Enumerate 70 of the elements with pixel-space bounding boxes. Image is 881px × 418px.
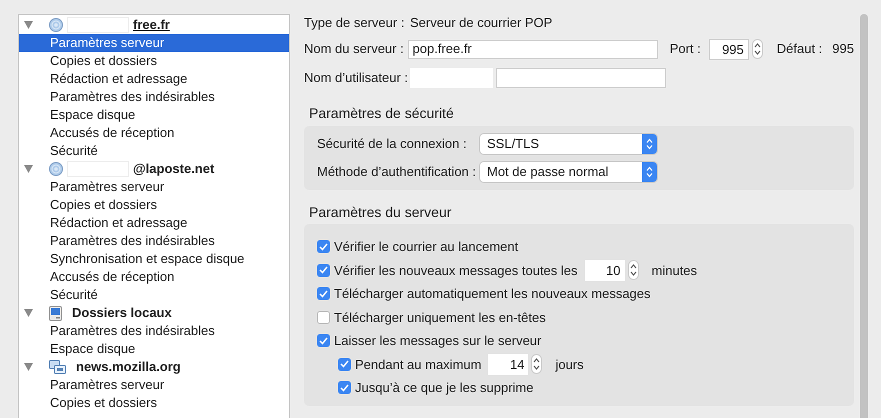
tree-item[interactable]: Rédaction et adressage: [19, 214, 289, 232]
checkbox[interactable]: [317, 287, 330, 300]
tree-item[interactable]: Copies et dossiers: [19, 394, 289, 412]
stepper-icon[interactable]: [752, 39, 763, 59]
tree-item[interactable]: Rédaction et adressage: [19, 70, 289, 88]
field-value: Serveur de courrier POP: [410, 14, 552, 32]
field-label: Type de serveur :: [304, 14, 406, 32]
checkbox[interactable]: [338, 381, 351, 394]
number-field[interactable]: 14: [488, 354, 528, 375]
field-label: Défaut :: [776, 40, 822, 58]
field-value: 995: [832, 40, 854, 58]
tree-item[interactable]: Accusés de réception: [19, 268, 289, 286]
globe-icon: [49, 18, 63, 32]
checkbox-label[interactable]: Télécharger automatiquement les nouveaux messages: [334, 284, 651, 304]
username-field[interactable]: [496, 68, 666, 88]
field-label: Sécurité de la connexion :: [317, 135, 468, 154]
disclosure-triangle-icon[interactable]: [24, 165, 33, 173]
updown-arrows-icon: [646, 138, 653, 150]
checkbox-label[interactable]: Jusqu’à ce que je les supprime: [355, 378, 534, 398]
tree-item[interactable]: Paramètres serveur: [19, 178, 289, 196]
disclosure-triangle-icon[interactable]: [24, 21, 33, 29]
checkbox[interactable]: [317, 264, 330, 277]
tree-item[interactable]: Synchronisation et espace disque: [19, 250, 289, 268]
tree-item[interactable]: Copies et dossiers: [19, 196, 289, 214]
checkbox[interactable]: [317, 310, 330, 324]
tree-item[interactable]: Sécurité: [19, 286, 289, 304]
checkbox-label[interactable]: Télécharger uniquement les en-têtes: [334, 308, 546, 327]
field-label: Nom d’utilisateur :: [304, 69, 410, 88]
tree-item[interactable]: Paramètres des indésirables: [19, 232, 289, 250]
unit-label: jours: [555, 356, 584, 374]
account-name[interactable]: @laposte.net: [133, 159, 214, 179]
tree-item[interactable]: Espace disque: [19, 340, 289, 358]
scrollbar[interactable]: [860, 14, 868, 418]
globe-icon: [49, 162, 63, 176]
checkbox-label[interactable]: Vérifier le courrier au lancement: [334, 237, 518, 256]
disclosure-triangle-icon[interactable]: [24, 309, 33, 317]
account-name[interactable]: news.mozilla.org: [76, 357, 181, 377]
field-label: Nom du serveur :: [304, 40, 405, 58]
section-title: Paramètres de sécurité: [309, 104, 455, 123]
tree-item[interactable]: Espace disque: [19, 106, 289, 124]
tree-item[interactable]: Sécurité: [19, 142, 289, 160]
disclosure-triangle-icon[interactable]: [24, 363, 33, 371]
port-field[interactable]: 995: [708, 38, 749, 60]
checkbox[interactable]: [317, 334, 330, 348]
checkbox[interactable]: [317, 240, 330, 254]
checkbox-label[interactable]: Laisser les messages sur le serveur: [334, 331, 542, 350]
tree-item[interactable]: Paramètres des indésirables: [19, 88, 289, 106]
updown-arrows-icon: [646, 166, 653, 178]
dropdown[interactable]: SSL/TLS: [480, 134, 657, 154]
chat-bubbles-icon: [49, 360, 66, 374]
checkbox-label[interactable]: Vérifier les nouveaux messages toutes les: [334, 260, 578, 280]
field-label: Méthode d’authentification :: [317, 163, 477, 182]
tree-item[interactable]: Accusés de réception: [19, 124, 289, 142]
server-name-field[interactable]: pop.free.fr: [408, 40, 658, 58]
account-name[interactable]: free.fr: [133, 15, 170, 35]
tree-item[interactable]: Paramètres serveur: [19, 34, 289, 52]
section-title: Paramètres du serveur: [309, 203, 452, 222]
dropdown[interactable]: Mot de passe normal: [480, 162, 657, 182]
tree-item[interactable]: Paramètres des indésirables: [19, 322, 289, 340]
account-name[interactable]: Dossiers locaux: [72, 303, 172, 323]
stepper-icon[interactable]: [531, 354, 542, 374]
tree-item[interactable]: Copies et dossiers: [19, 52, 289, 70]
tree-item[interactable]: Paramètres serveur: [19, 376, 289, 394]
number-field[interactable]: 10: [584, 260, 625, 281]
unit-label: minutes: [652, 262, 698, 280]
computer-icon: [49, 306, 62, 320]
checkbox-label[interactable]: Pendant au maximum: [355, 354, 482, 374]
checkbox[interactable]: [338, 358, 351, 371]
field-label: Port :: [670, 40, 702, 58]
stepper-icon[interactable]: [628, 260, 639, 280]
